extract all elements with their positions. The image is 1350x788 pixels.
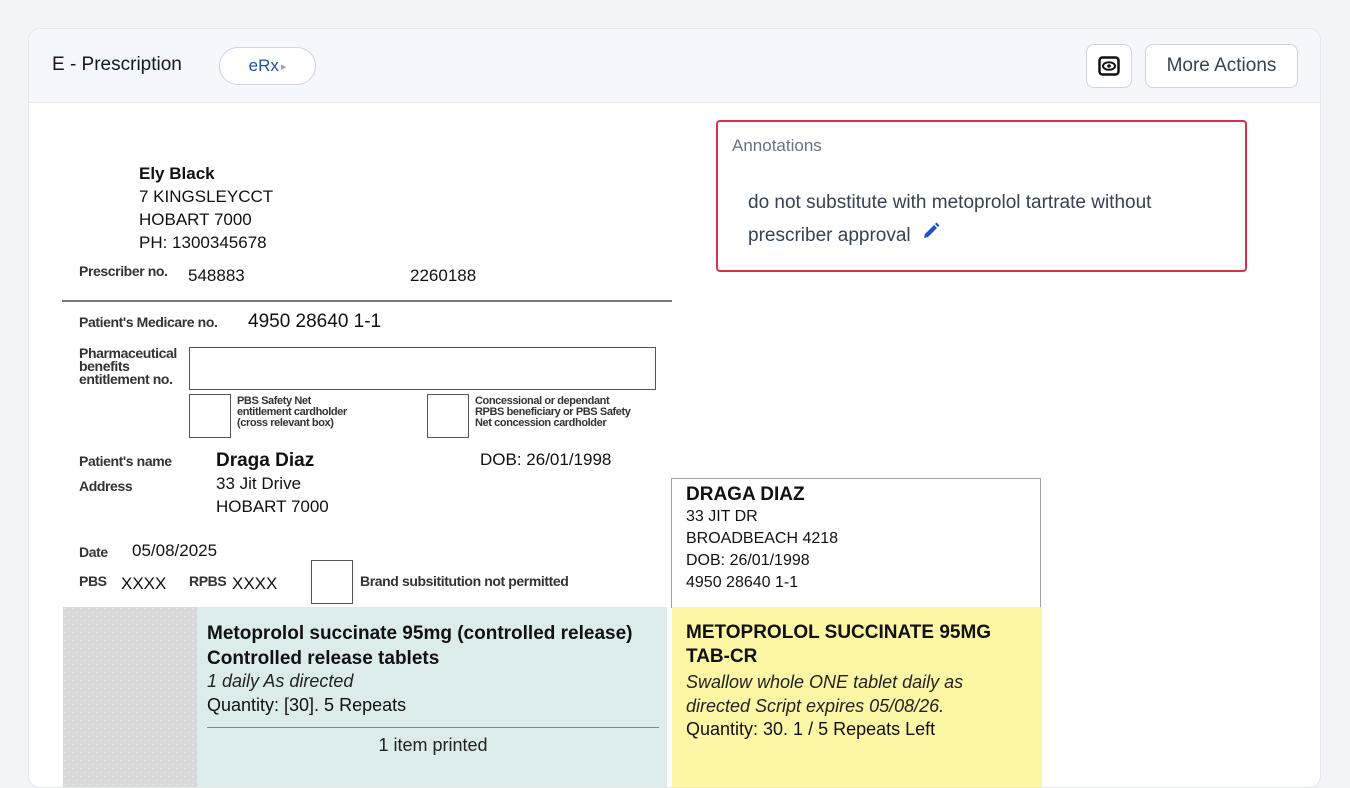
patient-name: Draga Diaz (216, 450, 315, 471)
erx-badge[interactable]: eRx ▸ (219, 47, 316, 85)
label-patient-name: DRAGA DIAZ (686, 484, 805, 505)
prescriber-name: Ely Black (139, 164, 215, 183)
prescription-card: E - Prescription eRx ▸ More Actions Annot… (28, 28, 1321, 788)
dispensing-label-drug: METOPROLOL SUCCINATE 95MG TAB-CR Swallow… (672, 607, 1042, 787)
patient-dob: DOB: 26/01/1998 (480, 450, 612, 469)
safety-net-label: PBS Safety Net entitlement cardholder (c… (237, 396, 347, 429)
chevron-right-icon: ▸ (280, 60, 287, 73)
safety-net-checkbox[interactable] (189, 394, 231, 438)
medicare-label: Patient's Medicare no. (79, 314, 218, 330)
script-date: 05/08/2025 (132, 541, 218, 560)
label-drug-name: METOPROLOL SUCCINATE 95MG TAB-CR (686, 622, 992, 667)
concession-checkbox[interactable] (427, 394, 469, 438)
patient-name-label: Patient's name (79, 453, 172, 469)
security-pattern-texture (63, 607, 197, 787)
pbs-entitlement-field[interactable] (189, 347, 656, 390)
address-label: Address (79, 478, 133, 494)
concession-label: Concessional or dependant RPBS beneficia… (475, 396, 631, 429)
prescriber-address1: 7 KINGSLEYCCT (139, 187, 274, 206)
page-title: E - Prescription (52, 54, 182, 75)
brand-substitution-label: Brand subsititution not permitted (360, 573, 569, 589)
date-label: Date (79, 544, 108, 560)
more-actions-button[interactable]: More Actions (1145, 44, 1298, 88)
annotations-label: Annotations (732, 136, 822, 155)
item-name: Metoprolol succinate 95mg (controlled re… (207, 623, 633, 669)
item-directions: 1 daily As directed (207, 671, 354, 691)
items-printed: 1 item printed (378, 735, 488, 755)
pbs-code: XXXX (121, 574, 167, 593)
label-address1: 33 JIT DR (686, 508, 758, 525)
brand-substitution-checkbox[interactable] (311, 560, 353, 604)
eye-icon (1098, 56, 1120, 76)
divider (62, 300, 672, 302)
medication-item: Metoprolol succinate 95mg (controlled re… (197, 607, 667, 787)
prescriber-phone: PH: 1300345678 (139, 233, 267, 252)
annotation-text: do not substitute with metoprolol tartra… (748, 186, 1238, 252)
label-dob: DOB: 26/01/1998 (686, 552, 810, 569)
erx-badge-label: eRx (248, 56, 279, 75)
label-medicare: 4950 28640 1-1 (686, 574, 799, 591)
pbs-label-line3: entitlement no. (79, 371, 173, 387)
annotations-panel: Annotations do not substitute with metop… (716, 120, 1247, 272)
security-pattern (63, 607, 197, 787)
prescriber-no-label: Prescriber no. (79, 263, 168, 279)
rpbs-code: XXXX (232, 574, 278, 593)
card-header: E - Prescription eRx ▸ More Actions (29, 29, 1320, 103)
annotation-body: do not substitute with metoprolol tartra… (748, 192, 1152, 246)
patient-address2: HOBART 7000 (216, 497, 329, 516)
item-quantity: Quantity: [30]. 5 Repeats (207, 695, 407, 715)
item-divider (207, 727, 659, 728)
prescriber-address2: HOBART 7000 (139, 210, 252, 229)
prescriber-other-no: 2260188 (410, 266, 477, 285)
pbs-entitlement-label: Pharmaceutical benefits entitlement no. (79, 346, 177, 387)
label-directions: Swallow whole ONE tablet daily as direct… (686, 672, 964, 716)
concession-line3: Net concession cardholder (475, 417, 607, 429)
patient-address1: 33 Jit Drive (216, 474, 302, 493)
prescriber-no: 548883 (188, 266, 245, 285)
pbs-label: PBS (79, 573, 107, 589)
pencil-icon[interactable] (921, 219, 941, 252)
label-address2: BROADBEACH 4218 (686, 530, 839, 547)
safety-net-line3: (cross relevant box) (237, 417, 334, 429)
label-quantity: Quantity: 30. 1 / 5 Repeats Left (686, 719, 936, 739)
medicare-no: 4950 28640 1-1 (248, 311, 382, 332)
rpbs-label: RPBS (189, 573, 227, 589)
dispensing-label: DRAGA DIAZ 33 JIT DR BROADBEACH 4218 DOB… (671, 478, 1041, 608)
preview-button[interactable] (1086, 44, 1132, 88)
